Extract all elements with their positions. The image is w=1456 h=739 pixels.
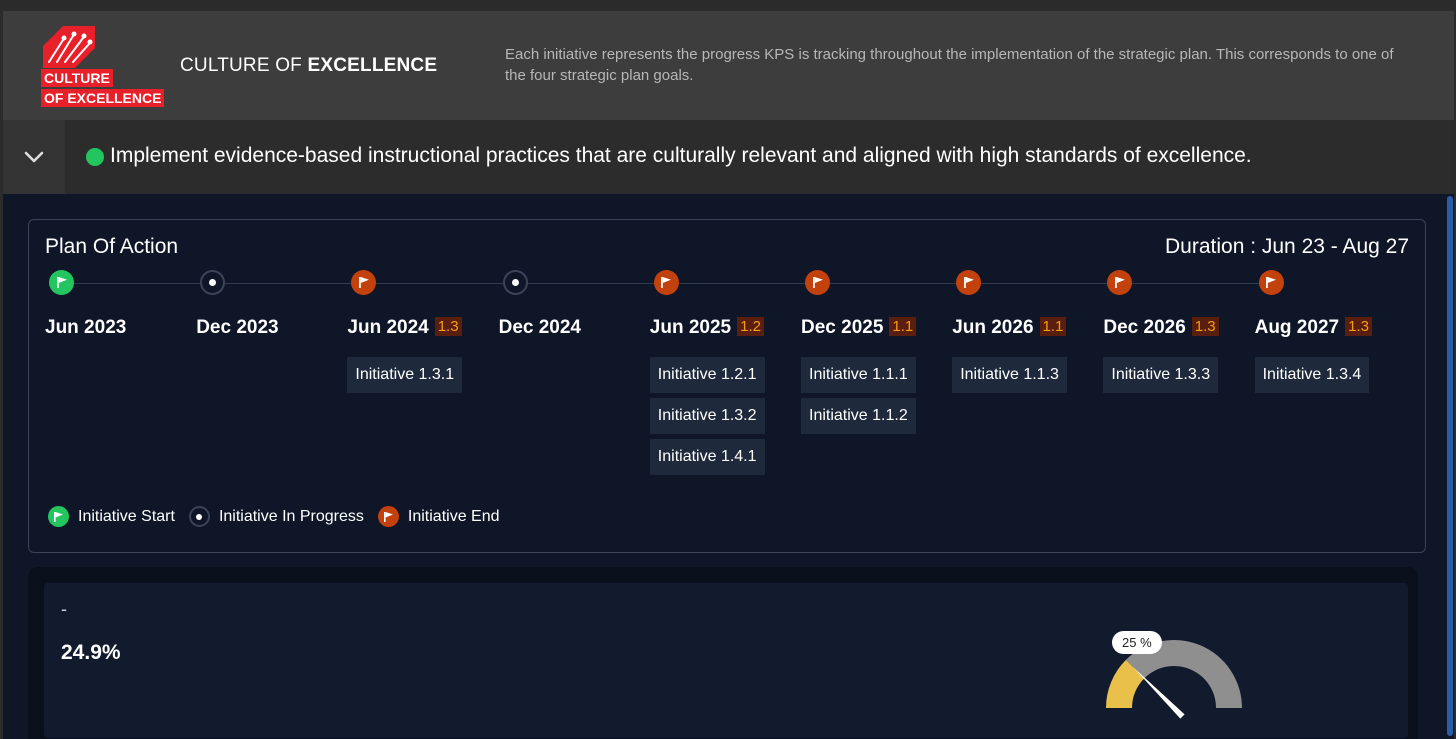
goal-badge: 1.3 [434,317,462,336]
legend: Initiative Start Initiative In Progress … [48,506,514,527]
plan-title: Plan Of Action [45,235,179,258]
flag-end-icon [653,270,679,295]
goal-text: Implement evidence-based instructional p… [110,144,1252,167]
initiative-chip[interactable]: Initiative 1.2.1 [649,357,765,393]
initiative-chip[interactable]: Initiative 1.3.2 [649,398,765,434]
logo-arrows-icon [43,26,95,68]
goal-badge: 1.3 [1345,317,1372,336]
plan-of-action-panel: Plan Of Action Duration : Jun 23 - Aug 2… [28,219,1426,553]
flag-end-icon [377,506,399,527]
goal-badge: 1.2 [737,317,764,336]
initiative-list: Initiative 1.3.3 [1103,357,1219,398]
initiative-chip[interactable]: Initiative 1.3.1 [347,357,463,393]
culture-of-excellence-logo: CULTURE OF EXCELLENCE [41,26,169,108]
title-prefix: CULTURE OF [180,55,308,76]
milestone-date: Dec 2025 1.1 [801,317,917,339]
milestone-date-text: Dec 2024 [498,317,581,338]
chevron-down-icon [24,151,44,163]
milestone-date-text: Dec 2023 [196,317,279,338]
milestone-date: Jun 2025 1.2 [650,317,764,339]
legend-progress-label: Initiative In Progress [218,507,364,525]
gauge-needle [1132,666,1185,719]
plan-duration: Duration : Jun 23 - Aug 27 [1165,235,1409,258]
milestone-date-text: Dec 2026 [1103,317,1186,338]
title-bold: EXCELLENCE [307,55,438,76]
logo-line-1: CULTURE [41,69,113,87]
progress-dot-icon [188,506,210,527]
kpi-section: - 24.9% 25 % [28,567,1418,739]
flag-end-icon [956,270,982,295]
flag-end-icon [1107,270,1133,295]
kpi-card: - 24.9% 25 % [44,583,1408,738]
milestone-date-text: Aug 2027 [1254,317,1340,338]
initiative-chip[interactable]: Initiative 1.3.4 [1254,357,1370,393]
legend-start-label: Initiative Start [78,507,175,525]
initiative-chip[interactable]: Initiative 1.1.2 [801,398,916,434]
goal-badge: 1.3 [1191,317,1219,336]
progress-dot-icon [200,270,226,295]
app-frame: CULTURE OF EXCELLENCE CULTURE OF EXCELLE… [3,11,1454,739]
milestone-date-text: Jun 2023 [45,317,127,338]
scrollbar-thumb[interactable] [1447,196,1453,736]
scrollbar[interactable] [1445,194,1454,739]
goal-bar: Implement evidence-based instructional p… [3,120,1454,194]
initiative-list: Initiative 1.2.1 Initiative 1.3.2 Initiati… [649,357,765,480]
milestone-date: Dec 2026 1.3 [1103,317,1219,339]
flag-end-icon [351,270,377,295]
flag-end-icon [805,270,830,295]
logo-line-2: OF EXCELLENCE [41,89,165,107]
milestone-date: Jun 2023 [45,317,126,339]
milestone-date: Aug 2027 1.3 [1255,317,1372,339]
milestone-date-text: Jun 2024 [347,317,429,338]
progress-dot-icon [502,270,528,295]
milestone-date: Dec 2024 [499,317,581,339]
milestone-date: Jun 2024 1.3 [347,317,462,339]
milestone-date-text: Jun 2026 [952,317,1034,338]
flag-start-icon [48,506,69,527]
initiative-chip[interactable]: Initiative 1.3.3 [1103,357,1219,393]
collapse-toggle-button[interactable] [3,120,65,194]
page-header: CULTURE OF EXCELLENCE CULTURE OF EXCELLE… [3,11,1454,120]
milestone-date-text: Jun 2025 [649,317,732,338]
initiative-list: Initiative 1.1.1 Initiative 1.1.2 [801,357,916,439]
milestone-date-text: Dec 2025 [801,317,884,338]
kpi-label: - [61,599,67,619]
gauge-value-label: 25 % [1112,631,1162,654]
kpi-value: 24.9% [61,641,121,664]
initiative-list: Initiative 1.3.1 [347,357,463,398]
progress-gauge: 25 % [1104,631,1244,721]
legend-start: Initiative Start [48,506,175,527]
goal-badge: 1.1 [1039,317,1067,336]
legend-end: Initiative End [377,506,500,527]
milestone-date: Dec 2023 [196,317,278,339]
initiative-list: Initiative 1.1.3 [952,357,1067,398]
page-title: CULTURE OF EXCELLENCE [180,55,437,77]
initiative-chip[interactable]: Initiative 1.1.3 [952,357,1067,393]
goal-badge: 1.1 [889,317,917,336]
milestone-date: Jun 2026 1.1 [952,317,1067,339]
flag-end-icon [1258,270,1284,295]
initiative-chip[interactable]: Initiative 1.4.1 [649,439,765,475]
legend-progress: Initiative In Progress [188,506,364,527]
initiative-list: Initiative 1.3.4 [1254,357,1370,398]
legend-end-label: Initiative End [407,507,500,525]
initiative-chip[interactable]: Initiative 1.1.1 [801,357,916,393]
page-description: Each initiative represents the progress … [505,46,1394,84]
goal-status-dot [86,148,104,166]
flag-start-icon [49,270,74,295]
